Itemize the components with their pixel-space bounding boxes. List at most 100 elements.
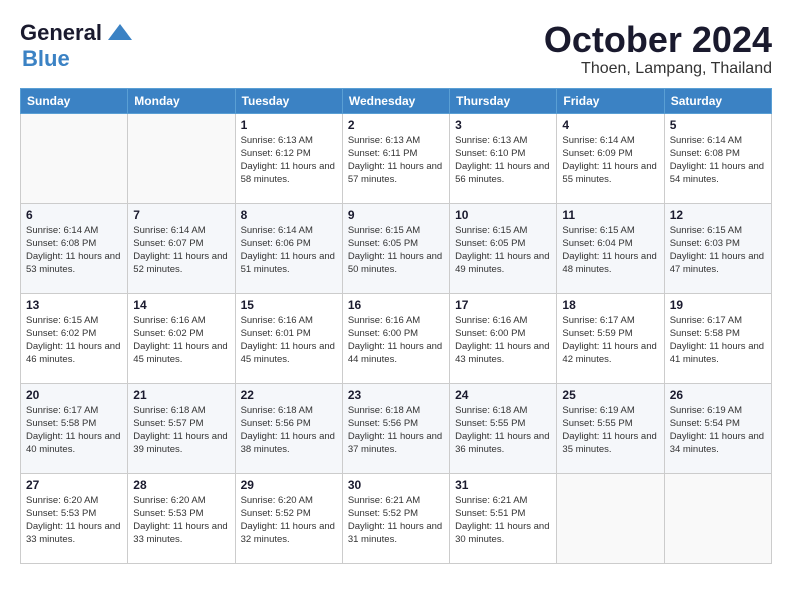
calendar-cell [128,113,235,203]
logo: General Blue [20,20,134,72]
day-number: 5 [670,118,766,132]
calendar-cell: 4 Sunrise: 6:14 AMSunset: 6:09 PMDaylight… [557,113,664,203]
calendar-cell: 19 Sunrise: 6:17 AMSunset: 5:58 PMDayligh… [664,293,771,383]
month-title: October 2024 [544,20,772,60]
calendar-cell: 15 Sunrise: 6:16 AMSunset: 6:01 PMDayligh… [235,293,342,383]
weekday-header: Saturday [664,88,771,113]
calendar-week: 6 Sunrise: 6:14 AMSunset: 6:08 PMDaylight… [21,203,772,293]
day-number: 26 [670,388,766,402]
day-info: Sunrise: 6:17 AMSunset: 5:58 PMDaylight:… [26,404,122,457]
calendar-cell: 11Sunrise: 6:15 AMSunset: 6:04 PMDayligh… [557,203,664,293]
day-info: Sunrise: 6:15 AMSunset: 6:05 PMDaylight:… [455,224,551,277]
day-number: 21 [133,388,229,402]
day-info: Sunrise: 6:13 AMSunset: 6:10 PMDaylight:… [455,134,551,187]
calendar-cell: 6 Sunrise: 6:14 AMSunset: 6:08 PMDaylight… [21,203,128,293]
logo-text: General [20,20,102,46]
calendar-cell: 7 Sunrise: 6:14 AMSunset: 6:07 PMDaylight… [128,203,235,293]
day-info: Sunrise: 6:20 AMSunset: 5:53 PMDaylight:… [26,494,122,547]
calendar-week: 27 Sunrise: 6:20 AMSunset: 5:53 PMDayligh… [21,473,772,563]
day-number: 23 [348,388,444,402]
day-number: 29 [241,478,337,492]
calendar-cell [557,473,664,563]
day-number: 15 [241,298,337,312]
day-number: 6 [26,208,122,222]
day-info: Sunrise: 6:16 AMSunset: 6:02 PMDaylight:… [133,314,229,367]
day-number: 28 [133,478,229,492]
weekday-header: Wednesday [342,88,449,113]
calendar-cell: 10Sunrise: 6:15 AMSunset: 6:05 PMDayligh… [450,203,557,293]
day-info: Sunrise: 6:18 AMSunset: 5:55 PMDaylight:… [455,404,551,457]
day-info: Sunrise: 6:13 AMSunset: 6:11 PMDaylight:… [348,134,444,187]
day-info: Sunrise: 6:16 AMSunset: 6:00 PMDaylight:… [455,314,551,367]
weekday-header: Thursday [450,88,557,113]
weekday-header: Tuesday [235,88,342,113]
day-info: Sunrise: 6:14 AMSunset: 6:08 PMDaylight:… [26,224,122,277]
day-info: Sunrise: 6:20 AMSunset: 5:52 PMDaylight:… [241,494,337,547]
day-info: Sunrise: 6:20 AMSunset: 5:53 PMDaylight:… [133,494,229,547]
calendar-cell: 16Sunrise: 6:16 AMSunset: 6:00 PMDayligh… [342,293,449,383]
calendar-cell [664,473,771,563]
day-number: 9 [348,208,444,222]
day-number: 8 [241,208,337,222]
calendar-week: 1Sunrise: 6:13 AMSunset: 6:12 PMDaylight… [21,113,772,203]
calendar-table: SundayMondayTuesdayWednesdayThursdayFrid… [20,88,772,564]
calendar-cell: 27 Sunrise: 6:20 AMSunset: 5:53 PMDayligh… [21,473,128,563]
day-info: Sunrise: 6:14 AMSunset: 6:08 PMDaylight:… [670,134,766,187]
day-info: Sunrise: 6:15 AMSunset: 6:04 PMDaylight:… [562,224,658,277]
day-number: 12 [670,208,766,222]
day-number: 25 [562,388,658,402]
weekday-header: Friday [557,88,664,113]
day-number: 22 [241,388,337,402]
day-info: Sunrise: 6:18 AMSunset: 5:56 PMDaylight:… [348,404,444,457]
day-info: Sunrise: 6:17 AMSunset: 5:58 PMDaylight:… [670,314,766,367]
logo-blue-text: Blue [22,46,70,71]
day-number: 19 [670,298,766,312]
calendar-body: 1Sunrise: 6:13 AMSunset: 6:12 PMDaylight… [21,113,772,563]
day-number: 30 [348,478,444,492]
day-number: 2 [348,118,444,132]
day-info: Sunrise: 6:15 AMSunset: 6:03 PMDaylight:… [670,224,766,277]
calendar-cell: 12 Sunrise: 6:15 AMSunset: 6:03 PMDayligh… [664,203,771,293]
calendar-cell: 31Sunrise: 6:21 AMSunset: 5:51 PMDayligh… [450,473,557,563]
page-header: General Blue October 2024 Thoen, Lampang… [20,20,772,78]
calendar-cell: 24Sunrise: 6:18 AMSunset: 5:55 PMDayligh… [450,383,557,473]
day-number: 13 [26,298,122,312]
calendar-week: 20Sunrise: 6:17 AMSunset: 5:58 PMDayligh… [21,383,772,473]
day-info: Sunrise: 6:15 AMSunset: 6:02 PMDaylight:… [26,314,122,367]
day-info: Sunrise: 6:16 AMSunset: 6:01 PMDaylight:… [241,314,337,367]
day-info: Sunrise: 6:18 AMSunset: 5:57 PMDaylight:… [133,404,229,457]
day-number: 27 [26,478,122,492]
day-info: Sunrise: 6:14 AMSunset: 6:07 PMDaylight:… [133,224,229,277]
day-info: Sunrise: 6:19 AMSunset: 5:55 PMDaylight:… [562,404,658,457]
calendar-header: SundayMondayTuesdayWednesdayThursdayFrid… [21,88,772,113]
day-info: Sunrise: 6:18 AMSunset: 5:56 PMDaylight:… [241,404,337,457]
calendar-cell: 13 Sunrise: 6:15 AMSunset: 6:02 PMDayligh… [21,293,128,383]
calendar-cell: 20Sunrise: 6:17 AMSunset: 5:58 PMDayligh… [21,383,128,473]
calendar-cell: 18 Sunrise: 6:17 AMSunset: 5:59 PMDayligh… [557,293,664,383]
day-info: Sunrise: 6:15 AMSunset: 6:05 PMDaylight:… [348,224,444,277]
day-number: 18 [562,298,658,312]
day-number: 17 [455,298,551,312]
calendar-cell: 29 Sunrise: 6:20 AMSunset: 5:52 PMDayligh… [235,473,342,563]
weekday-header: Monday [128,88,235,113]
day-info: Sunrise: 6:19 AMSunset: 5:54 PMDaylight:… [670,404,766,457]
day-number: 1 [241,118,337,132]
day-number: 7 [133,208,229,222]
calendar-cell: 5 Sunrise: 6:14 AMSunset: 6:08 PMDaylight… [664,113,771,203]
day-info: Sunrise: 6:14 AMSunset: 6:06 PMDaylight:… [241,224,337,277]
logo-icon [106,22,134,44]
day-number: 14 [133,298,229,312]
day-info: Sunrise: 6:14 AMSunset: 6:09 PMDaylight:… [562,134,658,187]
calendar-cell: 9 Sunrise: 6:15 AMSunset: 6:05 PMDaylight… [342,203,449,293]
day-number: 4 [562,118,658,132]
calendar-cell: 22 Sunrise: 6:18 AMSunset: 5:56 PMDayligh… [235,383,342,473]
day-number: 16 [348,298,444,312]
calendar-cell: 14 Sunrise: 6:16 AMSunset: 6:02 PMDayligh… [128,293,235,383]
day-info: Sunrise: 6:17 AMSunset: 5:59 PMDaylight:… [562,314,658,367]
calendar-cell: 26 Sunrise: 6:19 AMSunset: 5:54 PMDayligh… [664,383,771,473]
title-block: October 2024 Thoen, Lampang, Thailand [544,20,772,78]
calendar-week: 13 Sunrise: 6:15 AMSunset: 6:02 PMDayligh… [21,293,772,383]
calendar-cell [21,113,128,203]
calendar-cell: 28 Sunrise: 6:20 AMSunset: 5:53 PMDayligh… [128,473,235,563]
calendar-cell: 1Sunrise: 6:13 AMSunset: 6:12 PMDaylight… [235,113,342,203]
